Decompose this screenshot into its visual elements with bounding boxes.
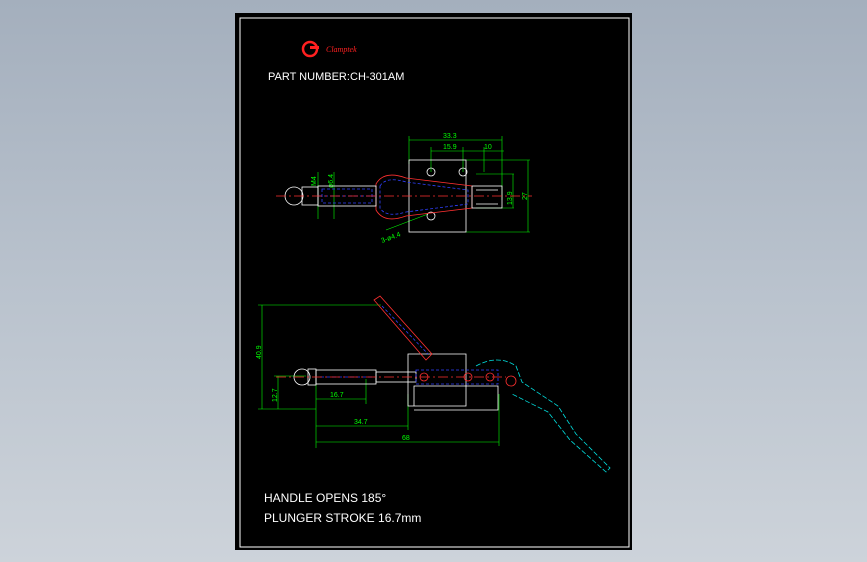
dim-base-height: 12.7	[272, 388, 279, 402]
top-view: 33.3 15.9 10 13.9 27 M4 ø6.4 3-ø4.4	[276, 133, 532, 245]
dim-overall: 68	[402, 435, 410, 442]
dim-side-height: 40.9	[256, 345, 263, 359]
part-number-label: PART NUMBER:	[268, 71, 350, 83]
dim-height-inner: 13.9	[507, 191, 514, 205]
dim-holes: 3-ø4.4	[380, 231, 402, 245]
dim-overall-width: 33.3	[443, 133, 457, 140]
part-number-value: CH-301AM	[350, 71, 404, 83]
logo-text: Clamptek	[326, 45, 357, 54]
cad-drawing: Clamptek PART NUMBER: CH-301AM 33.3 15.9…	[239, 17, 630, 548]
dim-edge-offset: 10	[484, 144, 492, 151]
dim-thread: M4	[311, 176, 318, 186]
note-handle-opens: HANDLE OPENS 185°	[264, 491, 386, 505]
drawing-frame	[239, 17, 630, 548]
dim-rod-len: 34.7	[354, 419, 368, 426]
side-view: 40.9 12.7 16.7 34.7 68	[256, 295, 611, 473]
drawing-sheet: Clamptek PART NUMBER: CH-301AM 33.3 15.9…	[235, 13, 632, 550]
dim-hole-spacing: 15.9	[443, 144, 457, 151]
note-plunger-stroke: PLUNGER STROKE 16.7mm	[264, 511, 421, 525]
dim-stroke: 16.7	[330, 392, 344, 399]
clamptek-logo: Clamptek	[301, 40, 357, 58]
